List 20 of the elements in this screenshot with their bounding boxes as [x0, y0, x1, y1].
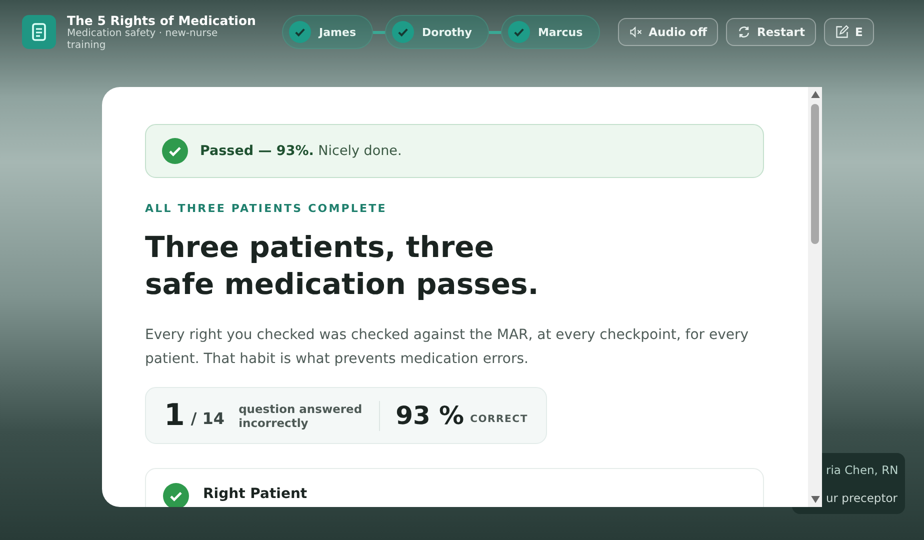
result-description: Every right you checked was checked against the MAR, at every checkpoint, for every patient. That habit is what prevents medication errors.: [145, 326, 750, 369]
patient-step[interactable]: James: [282, 15, 373, 49]
patient-step[interactable]: Marcus: [500, 15, 600, 49]
patient-step[interactable]: Dorothy: [385, 15, 489, 49]
percent-label: CORRECT: [470, 414, 528, 425]
result-heading: Three patients, three safe medication passes.: [145, 229, 540, 303]
preceptor-name: ria Chen, RN: [826, 463, 898, 477]
app-subtitle: Medication safety · new-nurse training: [67, 28, 219, 52]
question-total: / 14: [190, 409, 225, 428]
wrong-label: question answered incorrectly: [238, 402, 364, 430]
wrong-count: 1: [164, 398, 185, 433]
section-eyebrow: ALL THREE PATIENTS COMPLETE: [145, 202, 387, 215]
app-title: The 5 Rights of Medication: [67, 12, 256, 28]
restart-button[interactable]: Restart: [726, 18, 816, 46]
audio-button[interactable]: Audio off: [618, 18, 718, 46]
right-title: Right Patient: [203, 486, 308, 502]
banner-text: Passed — 93%. Nicely done.: [200, 143, 402, 159]
percent-score: 93 %: [396, 401, 464, 430]
edit-button[interactable]: E: [824, 18, 874, 46]
preceptor-role: ur preceptor: [826, 491, 898, 505]
